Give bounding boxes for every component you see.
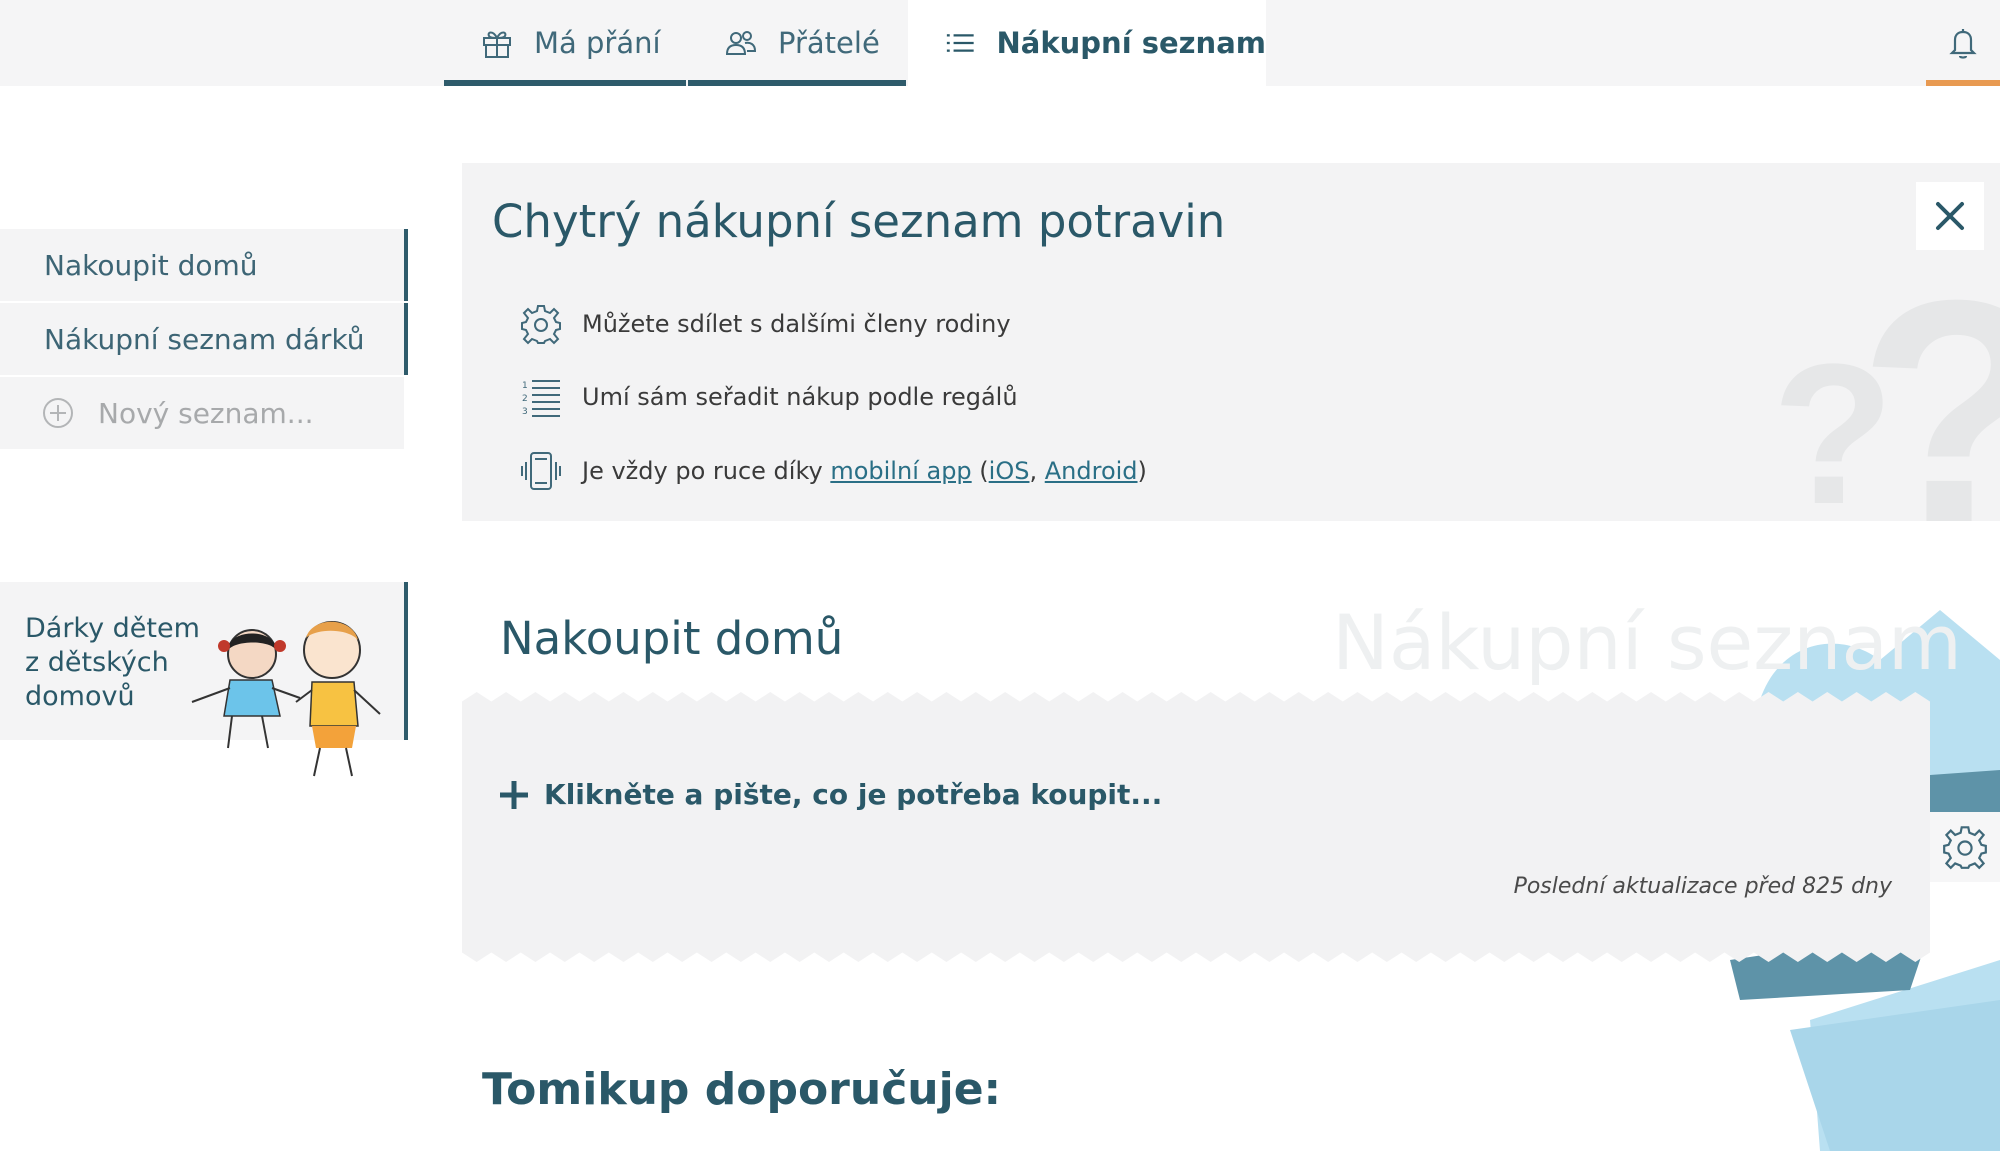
question-mark-decoration: ? ? bbox=[1772, 233, 2000, 521]
feature-text: Je vždy po ruce díky mobilní app (iOS, A… bbox=[582, 457, 1147, 485]
tab-my-wishes[interactable]: Má přání bbox=[444, 0, 686, 86]
comma-separator: , bbox=[1029, 457, 1045, 485]
gear-icon bbox=[521, 305, 561, 345]
top-navigation: Má přání Přátelé Nákupní seznam bbox=[0, 0, 2000, 86]
info-panel: ? ? Chytrý nákupní seznam potravin Můžet… bbox=[462, 163, 2000, 521]
tab-underline bbox=[444, 80, 686, 86]
list-settings-button[interactable] bbox=[1930, 812, 2000, 882]
notifications-button[interactable] bbox=[1926, 0, 2000, 86]
gift-icon bbox=[483, 31, 511, 58]
sidebar-item-label: Nakoupit domů bbox=[44, 248, 258, 282]
tab-shopping-list-label: Nákupní seznam bbox=[996, 26, 1266, 60]
promo-banner-charity[interactable]: Dárky dětem z dětských domovů bbox=[0, 582, 408, 777]
sidebar: Nakoupit domů Nákupní seznam dárků Nový … bbox=[0, 229, 408, 449]
shopping-list-card: Klikněte a pište, co je potřeba koupit..… bbox=[462, 692, 1930, 962]
sidebar-item-gift-list[interactable]: Nákupní seznam dárků bbox=[0, 303, 408, 375]
friends-icon bbox=[725, 31, 757, 55]
svg-text:1: 1 bbox=[522, 381, 528, 391]
recommendations-heading: Tomikup doporučuje: bbox=[482, 1064, 1002, 1115]
bell-icon bbox=[1949, 29, 1977, 59]
numbered-list-icon: 1 2 3 bbox=[522, 380, 560, 417]
new-list-button[interactable]: Nový seznam... bbox=[0, 377, 404, 449]
last-updated-text: Poslední aktualizace před 825 dny bbox=[1513, 874, 1892, 899]
watermark-text: Nákupní seznam bbox=[1332, 598, 1962, 687]
new-list-label: Nový seznam... bbox=[98, 396, 314, 430]
tab-my-wishes-label: Má přání bbox=[534, 26, 661, 60]
tab-underline bbox=[688, 80, 906, 86]
close-icon bbox=[1936, 202, 1964, 230]
list-title: Nakoupit domů bbox=[500, 612, 844, 665]
feature-text: Umí sám seřadit nákup podle regálů bbox=[582, 383, 1018, 411]
mobile-app-link[interactable]: mobilní app bbox=[830, 457, 971, 485]
paren-open: ( bbox=[971, 457, 989, 485]
phone-icon bbox=[521, 452, 561, 490]
tab-shopping-list[interactable]: Nákupní seznam bbox=[908, 0, 1266, 86]
svg-text:2: 2 bbox=[522, 394, 528, 404]
notifications-indicator bbox=[1926, 80, 2000, 86]
children-illustration bbox=[191, 621, 381, 777]
sidebar-item-label: Nákupní seznam dárků bbox=[44, 322, 365, 356]
list-icon bbox=[946, 34, 974, 52]
add-item-input[interactable]: Klikněte a pište, co je potřeba koupit..… bbox=[498, 778, 1162, 811]
plus-circle-icon bbox=[43, 398, 73, 428]
feature-share: Můžete sdílet s dalšími členy rodiny bbox=[520, 303, 1011, 345]
feature-mobile: Je vždy po ruce díky mobilní app (iOS, A… bbox=[520, 450, 1147, 492]
tab-friends[interactable]: Přátelé bbox=[688, 0, 906, 86]
feature-sorting: 1 2 3 Umí sám seřadit nákup podle regálů bbox=[520, 376, 1018, 418]
android-link[interactable]: Android bbox=[1045, 457, 1138, 485]
info-title: Chytrý nákupní seznam potravin bbox=[492, 195, 1226, 248]
svg-text:3: 3 bbox=[522, 407, 528, 417]
promo-text: Dárky dětem z dětských domovů bbox=[25, 613, 200, 712]
feature-text-prefix: Je vždy po ruce díky bbox=[582, 457, 831, 485]
ios-link[interactable]: iOS bbox=[989, 457, 1030, 485]
feature-text: Můžete sdílet s dalšími členy rodiny bbox=[582, 310, 1011, 338]
sidebar-item-nakoupit-domu[interactable]: Nakoupit domů bbox=[0, 229, 408, 301]
svg-text:?: ? bbox=[1858, 233, 2000, 521]
gear-icon bbox=[1943, 826, 1987, 870]
add-item-placeholder: Klikněte a pište, co je potřeba koupit..… bbox=[544, 778, 1163, 811]
tab-friends-label: Přátelé bbox=[778, 26, 880, 60]
paren-close: ) bbox=[1137, 457, 1147, 485]
plus-icon bbox=[500, 780, 528, 809]
close-info-button[interactable] bbox=[1916, 182, 1984, 250]
